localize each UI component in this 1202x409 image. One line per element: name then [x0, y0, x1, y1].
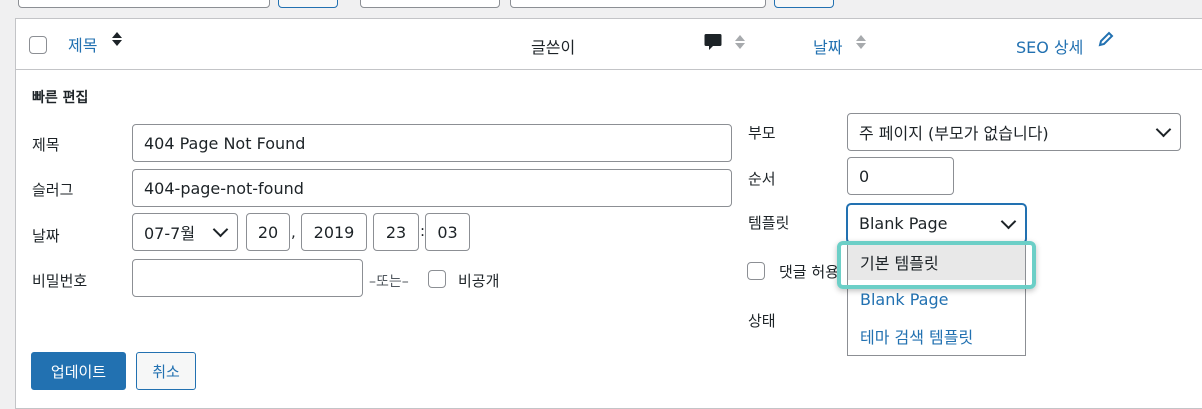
- column-seo-link[interactable]: SEO 상세: [1016, 34, 1083, 58]
- quick-edit-heading: 빠른 편집: [32, 90, 89, 106]
- order-field[interactable]: 0: [847, 157, 954, 195]
- select-all-checkbox[interactable]: [29, 36, 47, 54]
- highlight-ring: [837, 241, 1036, 289]
- title-field[interactable]: 404 Page Not Found: [132, 124, 732, 162]
- pencil-icon[interactable]: [1097, 30, 1115, 52]
- month-select[interactable]: 07-7월: [132, 213, 238, 251]
- sort-arrows-icon[interactable]: [856, 33, 866, 51]
- column-date-link[interactable]: 날짜: [813, 34, 842, 58]
- top-select-2[interactable]: [360, 0, 500, 8]
- order-label: 순서: [748, 170, 776, 188]
- parent-select[interactable]: 주 페이지 (부모가 없습니다): [847, 113, 1181, 151]
- allow-comments-label: 댓글 허용: [779, 263, 839, 281]
- allow-comments-checkbox[interactable]: [747, 262, 765, 280]
- slug-value: 404-page-not-found: [144, 178, 304, 198]
- sort-arrows-icon[interactable]: [112, 30, 122, 48]
- date-label: 날짜: [32, 227, 60, 245]
- password-field[interactable]: [132, 259, 363, 297]
- date-comma: ,: [291, 223, 296, 241]
- template-value: Blank Page: [859, 214, 948, 233]
- chevron-down-icon: [212, 221, 229, 238]
- parent-value: 주 페이지 (부모가 없습니다): [859, 124, 1049, 143]
- year-field[interactable]: 2019: [301, 213, 367, 251]
- private-checkbox[interactable]: [428, 270, 446, 288]
- parent-label: 부모: [748, 124, 776, 142]
- order-value: 0: [859, 166, 870, 186]
- status-label: 상태: [748, 312, 776, 330]
- year-value: 2019: [313, 222, 355, 242]
- slug-field[interactable]: 404-page-not-found: [132, 169, 732, 207]
- chevron-down-icon: [1000, 213, 1017, 229]
- top-filter-select[interactable]: [18, 0, 270, 8]
- top-filter-button[interactable]: [278, 0, 338, 8]
- minute-field[interactable]: 03: [425, 213, 470, 251]
- hour-value: 23: [385, 222, 407, 242]
- day-value: 20: [257, 222, 279, 242]
- top-search-input[interactable]: [510, 0, 766, 8]
- template-option-search[interactable]: 테마 검색 템플릿: [848, 318, 1025, 354]
- cancel-button[interactable]: 취소: [136, 352, 196, 390]
- title-value: 404 Page Not Found: [144, 133, 306, 153]
- title-label: 제목: [32, 136, 60, 154]
- template-select[interactable]: Blank Page: [847, 204, 1026, 243]
- month-value: 07-7월: [144, 224, 196, 243]
- or-text: –또는–: [369, 274, 409, 290]
- hour-field[interactable]: 23: [373, 213, 419, 251]
- minute-value: 03: [437, 222, 458, 242]
- column-title-link[interactable]: 제목: [68, 32, 97, 56]
- password-label: 비밀번호: [32, 272, 88, 290]
- comment-bubble-icon[interactable]: [704, 33, 722, 57]
- template-label: 템플릿: [748, 214, 790, 232]
- slug-label: 슬러그: [32, 181, 74, 199]
- day-field[interactable]: 20: [246, 213, 290, 251]
- column-author: 글쓴이: [531, 38, 576, 57]
- update-button[interactable]: 업데이트: [31, 352, 126, 390]
- chevron-down-icon: [1155, 121, 1172, 138]
- top-search-button[interactable]: [774, 0, 834, 8]
- sort-arrows-icon[interactable]: [735, 33, 745, 51]
- private-label: 비공개: [458, 272, 500, 290]
